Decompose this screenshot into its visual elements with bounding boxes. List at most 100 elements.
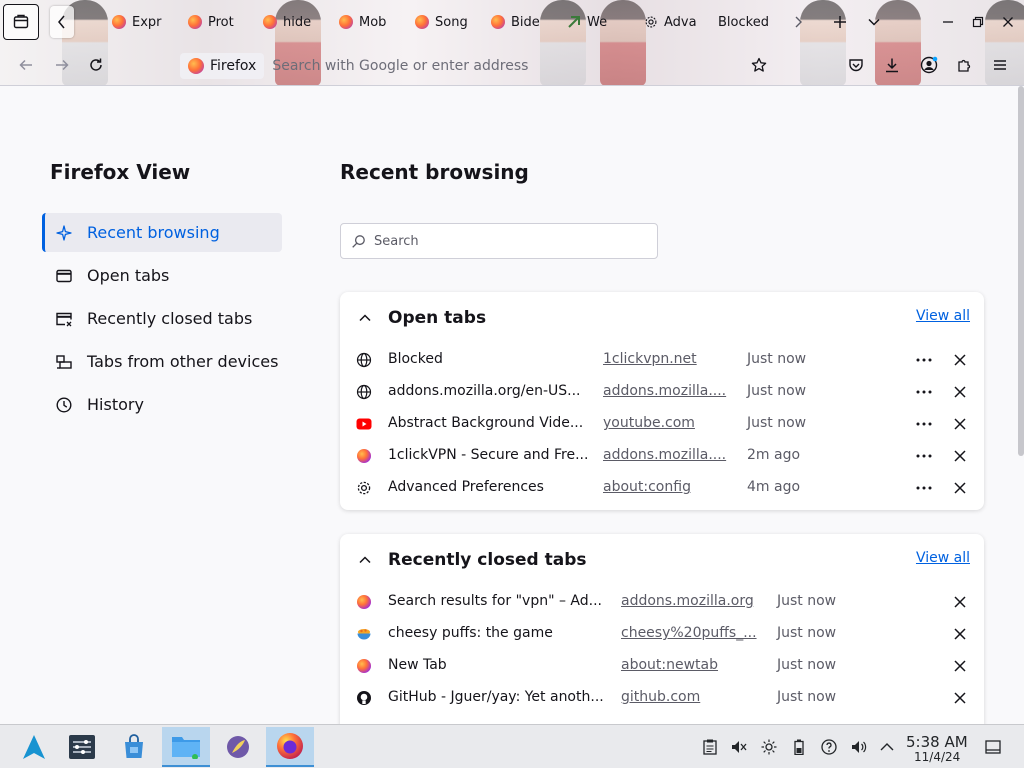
close-tab-button[interactable]: [950, 478, 970, 498]
back-button[interactable]: [14, 53, 38, 77]
close-tab-button[interactable]: [950, 350, 970, 370]
collapse-button[interactable]: [356, 309, 374, 327]
closed-tab-row[interactable]: GitHub - Jguer/yay: Yet anoth... github.…: [340, 682, 984, 714]
open-tab-row[interactable]: Abstract Background Vide... youtube.com …: [340, 408, 984, 440]
tab-item[interactable]: We: [567, 8, 627, 36]
identity-box[interactable]: Firefox: [180, 53, 265, 79]
tray-audio-muted-button[interactable]: [731, 739, 747, 755]
firefox-icon: [491, 15, 505, 29]
more-options-button[interactable]: [914, 382, 934, 402]
tab-item[interactable]: Song: [415, 8, 475, 36]
close-tab-button[interactable]: [950, 382, 970, 402]
url-bar[interactable]: Firefox: [176, 51, 786, 81]
page-title: Recent browsing: [340, 160, 529, 184]
sidebar-item-label: Recent browsing: [87, 223, 220, 242]
url-input[interactable]: [272, 58, 693, 74]
tab-scroll-left-button[interactable]: [50, 6, 74, 38]
app-menu-button[interactable]: [988, 53, 1012, 77]
question-circle-icon: [821, 739, 837, 755]
tray-clipboard-button[interactable]: [702, 739, 718, 755]
list-all-tabs-button[interactable]: [864, 12, 884, 32]
tab-item[interactable]: Expr: [112, 8, 172, 36]
synced-devices-icon: [56, 354, 72, 369]
open-tab-row[interactable]: Blocked 1clickvpn.net Just now: [340, 344, 984, 376]
show-desktop-button[interactable]: [984, 738, 1002, 756]
tray-help-button[interactable]: [821, 739, 837, 755]
open-tab-row[interactable]: 1clickVPN - Secure and Fre... addons.moz…: [340, 440, 984, 472]
taskbar-app-ghostwriter[interactable]: [214, 727, 262, 767]
search-input[interactable]: [374, 233, 644, 249]
firefox-icon: [263, 15, 277, 29]
forward-button[interactable]: [50, 53, 74, 77]
chevron-up-icon: [359, 556, 371, 564]
open-tab-row[interactable]: Advanced Preferences about:config 4m ago: [340, 472, 984, 504]
reload-button[interactable]: [84, 53, 108, 77]
closed-tab-row[interactable]: New Tab about:newtab Just now: [340, 650, 984, 682]
view-all-link[interactable]: View all: [916, 308, 970, 324]
file-manager-icon: [172, 737, 200, 759]
dismiss-tab-button[interactable]: [950, 656, 970, 676]
maximize-button[interactable]: [968, 12, 988, 32]
dismiss-tab-button[interactable]: [950, 592, 970, 612]
tab-item[interactable]: Mob: [339, 8, 399, 36]
page-scrollbar[interactable]: [1018, 86, 1024, 456]
close-tab-button[interactable]: [950, 446, 970, 466]
sidebar-item-history[interactable]: History: [42, 385, 282, 424]
tab-item[interactable]: Blocked: [718, 8, 790, 36]
tab-item[interactable]: hide: [263, 8, 321, 36]
dismiss-tab-button[interactable]: [950, 624, 970, 644]
collapse-button[interactable]: [356, 551, 374, 569]
minimize-icon: [943, 21, 953, 23]
open-tab-row[interactable]: addons.mozilla.org/en-US... addons.mozil…: [340, 376, 984, 408]
tray-brightness-button[interactable]: [761, 739, 777, 755]
closed-tab-row[interactable]: Search results for "vpn" – Ad... addons.…: [340, 586, 984, 618]
account-button[interactable]: [917, 53, 941, 77]
tray-battery-button[interactable]: [791, 739, 807, 755]
more-options-button[interactable]: [914, 350, 934, 370]
dismiss-tab-button[interactable]: [950, 688, 970, 708]
sidebar-item-recently-closed-tabs[interactable]: Recently closed tabs: [42, 299, 282, 338]
search-box[interactable]: [340, 223, 658, 259]
restore-icon: [972, 16, 984, 28]
firefox-view-button[interactable]: [3, 4, 39, 40]
tab-item[interactable]: Adva: [644, 8, 704, 36]
more-options-button[interactable]: [914, 414, 934, 434]
row-domain: about:config: [603, 479, 691, 495]
extensions-button[interactable]: [953, 53, 977, 77]
tab-label: Mob: [359, 14, 387, 30]
clock-time[interactable]: 5:38 AM: [906, 733, 968, 751]
new-tab-button[interactable]: [830, 12, 850, 32]
clock-date[interactable]: 11/4/24: [914, 750, 960, 764]
close-window-button[interactable]: [998, 12, 1018, 32]
tray-volume-button[interactable]: [851, 739, 867, 755]
more-options-button[interactable]: [914, 446, 934, 466]
search-icon: [352, 234, 365, 248]
sidebar-title: Firefox View: [50, 160, 191, 184]
close-icon: [954, 596, 966, 608]
minimize-button[interactable]: [938, 12, 958, 32]
sidebar-item-tabs-from-other-devices[interactable]: Tabs from other devices: [42, 342, 282, 381]
taskbar-app-store[interactable]: [110, 727, 158, 767]
row-domain: 1clickvpn.net: [603, 351, 697, 367]
tab-item[interactable]: Prot: [188, 8, 248, 36]
close-icon: [954, 692, 966, 704]
taskbar-app-settings[interactable]: [58, 727, 106, 767]
recently-closed-tabs-card: Recently closed tabs View all Search res…: [340, 534, 984, 724]
tab-item[interactable]: Bide: [491, 8, 551, 36]
sidebar-item-recent-browsing[interactable]: Recent browsing: [42, 213, 282, 252]
taskbar-app-file-manager[interactable]: [162, 727, 210, 767]
bookmark-star-button[interactable]: [747, 53, 771, 77]
close-tab-button[interactable]: [950, 414, 970, 434]
taskbar-app-firefox[interactable]: [266, 727, 314, 767]
tab-scroll-right-button[interactable]: [788, 12, 808, 32]
downloads-button[interactable]: [880, 53, 904, 77]
view-all-link[interactable]: View all: [916, 550, 970, 566]
more-options-button[interactable]: [914, 478, 934, 498]
tray-expand-button[interactable]: [879, 739, 895, 755]
sidebar-item-open-tabs[interactable]: Open tabs: [42, 256, 282, 295]
tab-label: Blocked: [718, 14, 769, 30]
pocket-button[interactable]: [844, 53, 868, 77]
closed-tab-row[interactable]: cheesy puffs: the game cheesy%20puffs_..…: [340, 618, 984, 650]
application-launcher-button[interactable]: [10, 727, 58, 767]
row-domain: cheesy%20puffs_...: [621, 625, 757, 641]
